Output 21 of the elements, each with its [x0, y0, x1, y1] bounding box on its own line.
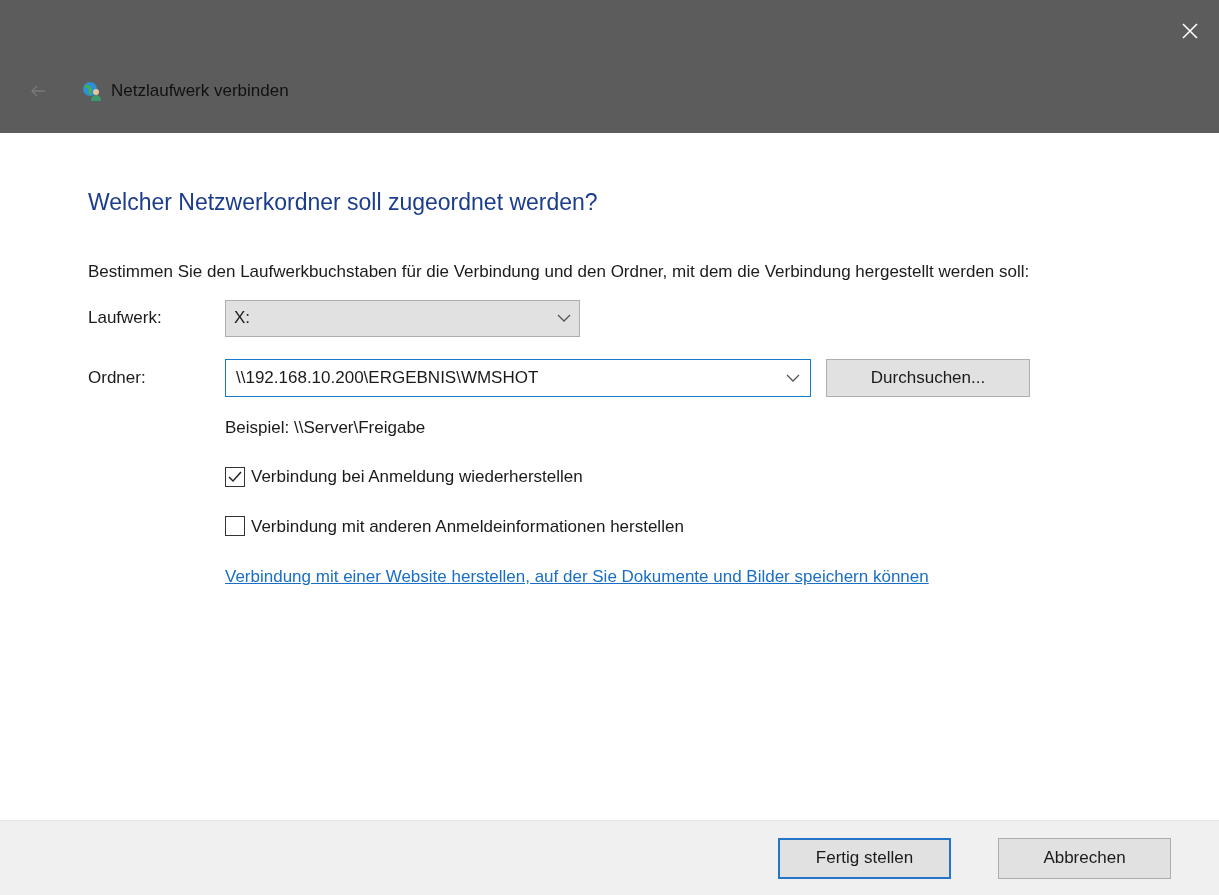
folder-label: Ordner:	[88, 366, 147, 389]
checkmark-icon	[228, 470, 242, 483]
checkbox[interactable]	[225, 516, 245, 537]
chevron-down-icon	[786, 373, 800, 382]
browse-button[interactable]: Durchsuchen...	[826, 358, 1030, 397]
drive-dropdown[interactable]: X:	[225, 299, 580, 337]
close-icon[interactable]	[1181, 22, 1199, 40]
network-drive-icon	[81, 79, 103, 102]
example-text: Beispiel: \\Server\Freigabe	[225, 416, 427, 439]
instruction-text: Bestimmen Sie den Laufwerkbuchstaben für die Verbindung und den Ordner, mit dem die Verbindung hergestellt werden soll:	[88, 260, 1031, 283]
drive-label: Laufwerk:	[88, 307, 163, 330]
checkbox-label: Verbindung bei Anmeldung wiederherstellen	[251, 466, 583, 488]
dialog-button[interactable]: Abbrechen	[998, 837, 1171, 879]
checkbox[interactable]	[225, 466, 245, 487]
dialog-button[interactable]: Fertig stellen	[778, 837, 951, 879]
website-link[interactable]: Verbindung mit einer Website herstellen, auf der Sie Dokumente und Bilder speichern können	[225, 563, 1025, 591]
dialog-heading: Welcher Netzwerkordner soll zugeordnet werden?	[88, 188, 599, 217]
folder-combobox[interactable]: \\192.168.10.200\ERGEBNIS\WMSHOT	[225, 358, 811, 397]
chevron-down-icon	[557, 314, 571, 322]
window-title: Netzlaufwerk verbinden	[111, 80, 289, 102]
checkbox-label: Verbindung mit anderen Anmeldeinformationen herstellen	[251, 515, 684, 538]
